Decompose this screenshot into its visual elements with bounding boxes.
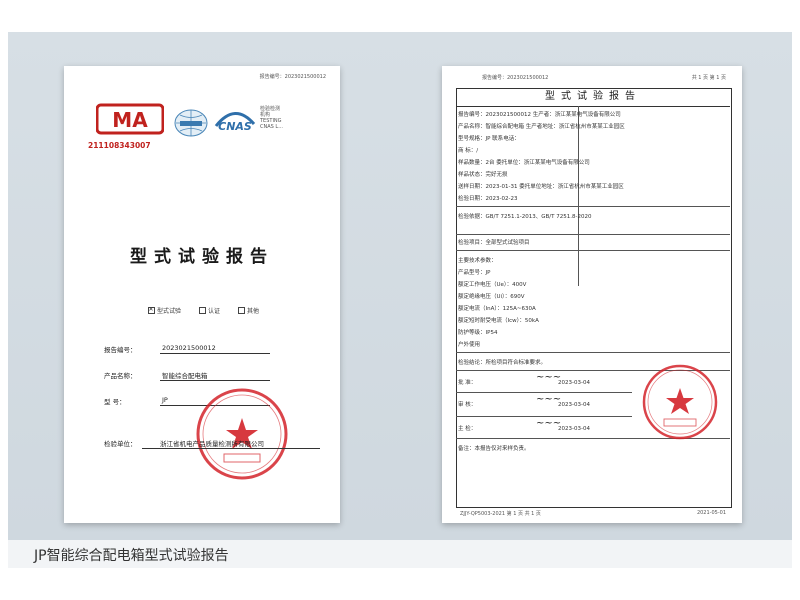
unchecked-box-icon (199, 307, 207, 314)
detail-row: 样品数量：2台 委托单位：浙江某某电气设备有限公司 (458, 160, 590, 166)
option-other: 其他 (238, 306, 259, 315)
option-certification: 认证 (199, 306, 220, 315)
official-seal-icon (642, 364, 718, 440)
report-cover-page: 报告编号：2023021500012 MA 211108343007 CNAS … (64, 66, 340, 523)
official-seal-icon (196, 388, 288, 480)
detail-row: 产品型号：JP (458, 270, 491, 276)
remarks: 备注：本报告仅对来样负责。 (458, 446, 530, 452)
sign-row-review: 审 核： 2023-03-04 (458, 402, 590, 408)
detail-row: 防护等级：IP54 (458, 330, 498, 336)
detail-row: 检验依据：GB/T 7251.1-2013、GB/T 7251.8-2020 (458, 214, 592, 220)
row-divider (456, 234, 730, 235)
image-caption: JP智能综合配电箱型式试验报告 (34, 548, 229, 564)
cover-report-number-top: 报告编号：2023021500012 (259, 74, 326, 80)
detail-row: 报告编号：2023021500012 生产者：浙江某某电气设备有限公司 (458, 112, 621, 118)
detail-row: 送样日期：2023-01-31 委托单位地址：浙江省杭州市某某工业园区 (458, 184, 624, 190)
lab-accreditation-globe-icon (174, 109, 208, 137)
detail-row: 样品状态：完好无损 (458, 172, 508, 178)
detail-row: 额定短时耐受电流（Icw）：50kA (458, 318, 539, 324)
field-testing-unit: 检验单位： 浙江省机电产品质量检测所有限公司 (104, 438, 320, 449)
cover-title: 型式试验报告 (130, 247, 274, 267)
checked-box-icon (148, 306, 155, 314)
detail-footer: ZJJY-QP5003-2021 第 1 页 共 1 页 2021-05-01 (460, 510, 726, 517)
field-report-number: 报告编号： 2023021500012 (104, 344, 270, 354)
detail-row: 型号规格：JP 联系电话： (458, 136, 520, 142)
column-divider (578, 106, 579, 286)
sign-row-approve: 批 准： 2023-03-04 (458, 380, 590, 386)
option-type-test: 型式试验 (148, 306, 181, 315)
detail-row: 额定绝缘电压（Ui）：690V (458, 294, 525, 300)
cma-number: 211108343007 (88, 141, 151, 150)
cnas-logo-icon: CNAS (214, 112, 256, 133)
detail-row: 检验项目：全部型式试验项目 (458, 240, 530, 246)
row-divider (456, 206, 730, 207)
detail-title: 型式试验报告 (456, 88, 730, 107)
signature-review: ~~~ (536, 394, 562, 405)
svg-text:CNAS: CNAS (218, 120, 252, 133)
detail-row: 主要技术参数： (458, 258, 497, 264)
field-product-name: 产品名称： 智能综合配电箱 (104, 370, 270, 381)
detail-row: 户外使用 (458, 342, 481, 348)
row-divider (456, 416, 632, 417)
report-type-options: 型式试验 认证 其他 (148, 306, 259, 315)
report-detail-page: 报告编号：2023021500012 共 1 页 第 1 页 型式试验报告 报告… (442, 66, 742, 523)
detail-row: 检验日期：2023-02-23 (458, 196, 518, 202)
row-divider (456, 352, 730, 353)
detail-row: 额定电流（InA）：125A~630A (458, 306, 536, 312)
signature-approve: ~~~ (536, 372, 562, 383)
signature-inspector: ~~~ (536, 418, 562, 429)
detail-row: 额定工作电压（Ue）：400V (458, 282, 527, 288)
row-divider (456, 250, 730, 251)
detail-row: 产品名称：智能综合配电箱 生产者地址：浙江省杭州市某某工业园区 (458, 124, 625, 130)
cma-logo-icon: MA (96, 103, 164, 135)
row-divider (456, 392, 632, 393)
document-viewer: 报告编号：2023021500012 MA 211108343007 CNAS … (0, 0, 800, 600)
detail-row: 检验结论：所检项目符合标准要求。 (458, 360, 547, 366)
svg-text:MA: MA (112, 108, 148, 132)
unchecked-box-icon (238, 307, 246, 314)
cnas-caption: 检验检测 机构 TESTING CNAS L... (260, 106, 283, 130)
detail-top-line: 报告编号：2023021500012 共 1 页 第 1 页 (482, 75, 726, 81)
sign-row-inspector: 主 检： 2023-03-04 (458, 426, 590, 432)
detail-row: 商 标：/ (458, 148, 479, 154)
